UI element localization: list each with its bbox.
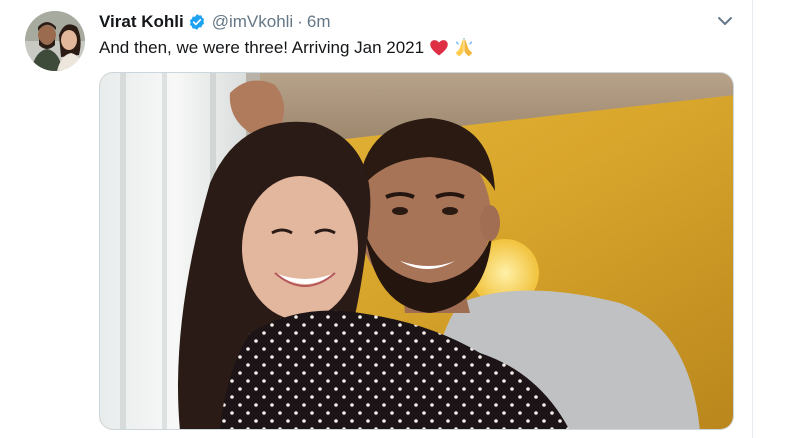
tweet-text: And then, we were three! Arriving Jan 20… <box>99 36 474 60</box>
tweet-text-content: And then, we were three! Arriving Jan 20… <box>99 38 425 57</box>
tweet-header: Virat Kohli @imVkohli · 6m <box>99 11 331 33</box>
display-name[interactable]: Virat Kohli <box>99 12 184 32</box>
separator-dot: · <box>297 12 303 31</box>
tweet-photo[interactable] <box>99 72 734 430</box>
tweet-timestamp[interactable]: 6m <box>307 12 331 32</box>
tweet-photo-image <box>100 73 733 429</box>
tweet[interactable]: Virat Kohli @imVkohli · 6m And then, we … <box>0 0 752 438</box>
verified-badge-icon <box>188 13 206 31</box>
avatar[interactable] <box>25 11 85 71</box>
user-handle[interactable]: @imVkohli <box>212 12 294 32</box>
page: Virat Kohli @imVkohli · 6m And then, we … <box>0 0 789 438</box>
column-divider <box>752 0 753 438</box>
folded-hands-emoji <box>454 38 474 58</box>
chevron-down-icon[interactable] <box>716 14 734 28</box>
red-heart-emoji <box>429 38 449 58</box>
avatar-photo <box>25 11 85 71</box>
